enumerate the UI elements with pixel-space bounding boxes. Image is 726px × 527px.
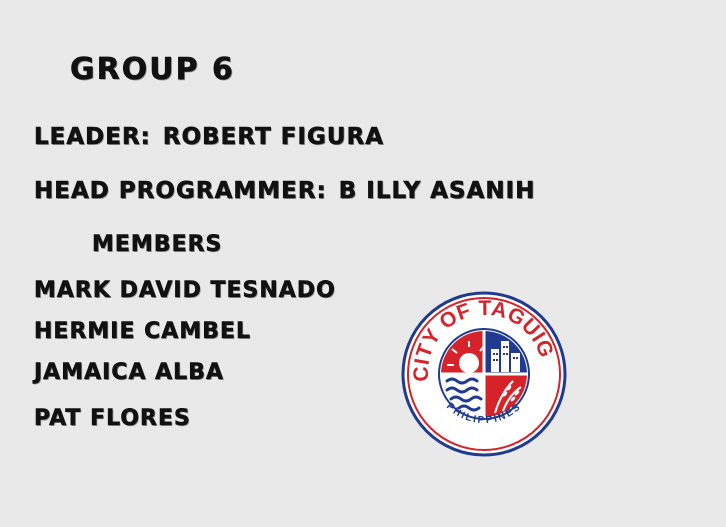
leader-label: LEADER: (34, 124, 151, 151)
head-programmer-line: HEAD PROGRAMMER: B ILLY ASANIH (34, 178, 536, 205)
leader-name: ROBERT FIGURA (162, 124, 385, 151)
city-seal-logo: CITY OF TAGUIG PHILIPPINES (401, 291, 567, 457)
member-item: MARK DAVID TESNADO (34, 278, 336, 304)
member-item: JAMAICA ALBA (34, 360, 224, 386)
group-title: GROUP 6 (70, 52, 235, 88)
leader-line: LEADER: ROBERT FIGURA (34, 124, 385, 151)
member-item: PAT FLORES (34, 406, 191, 432)
members-heading: MEMBERS (92, 232, 223, 258)
head-programmer-label: HEAD PROGRAMMER: (34, 178, 327, 205)
head-programmer-name: B ILLY ASANIH (338, 178, 536, 205)
city-seal-icon: CITY OF TAGUIG PHILIPPINES (401, 291, 567, 457)
member-item: HERMIE CAMBEL (34, 319, 252, 345)
